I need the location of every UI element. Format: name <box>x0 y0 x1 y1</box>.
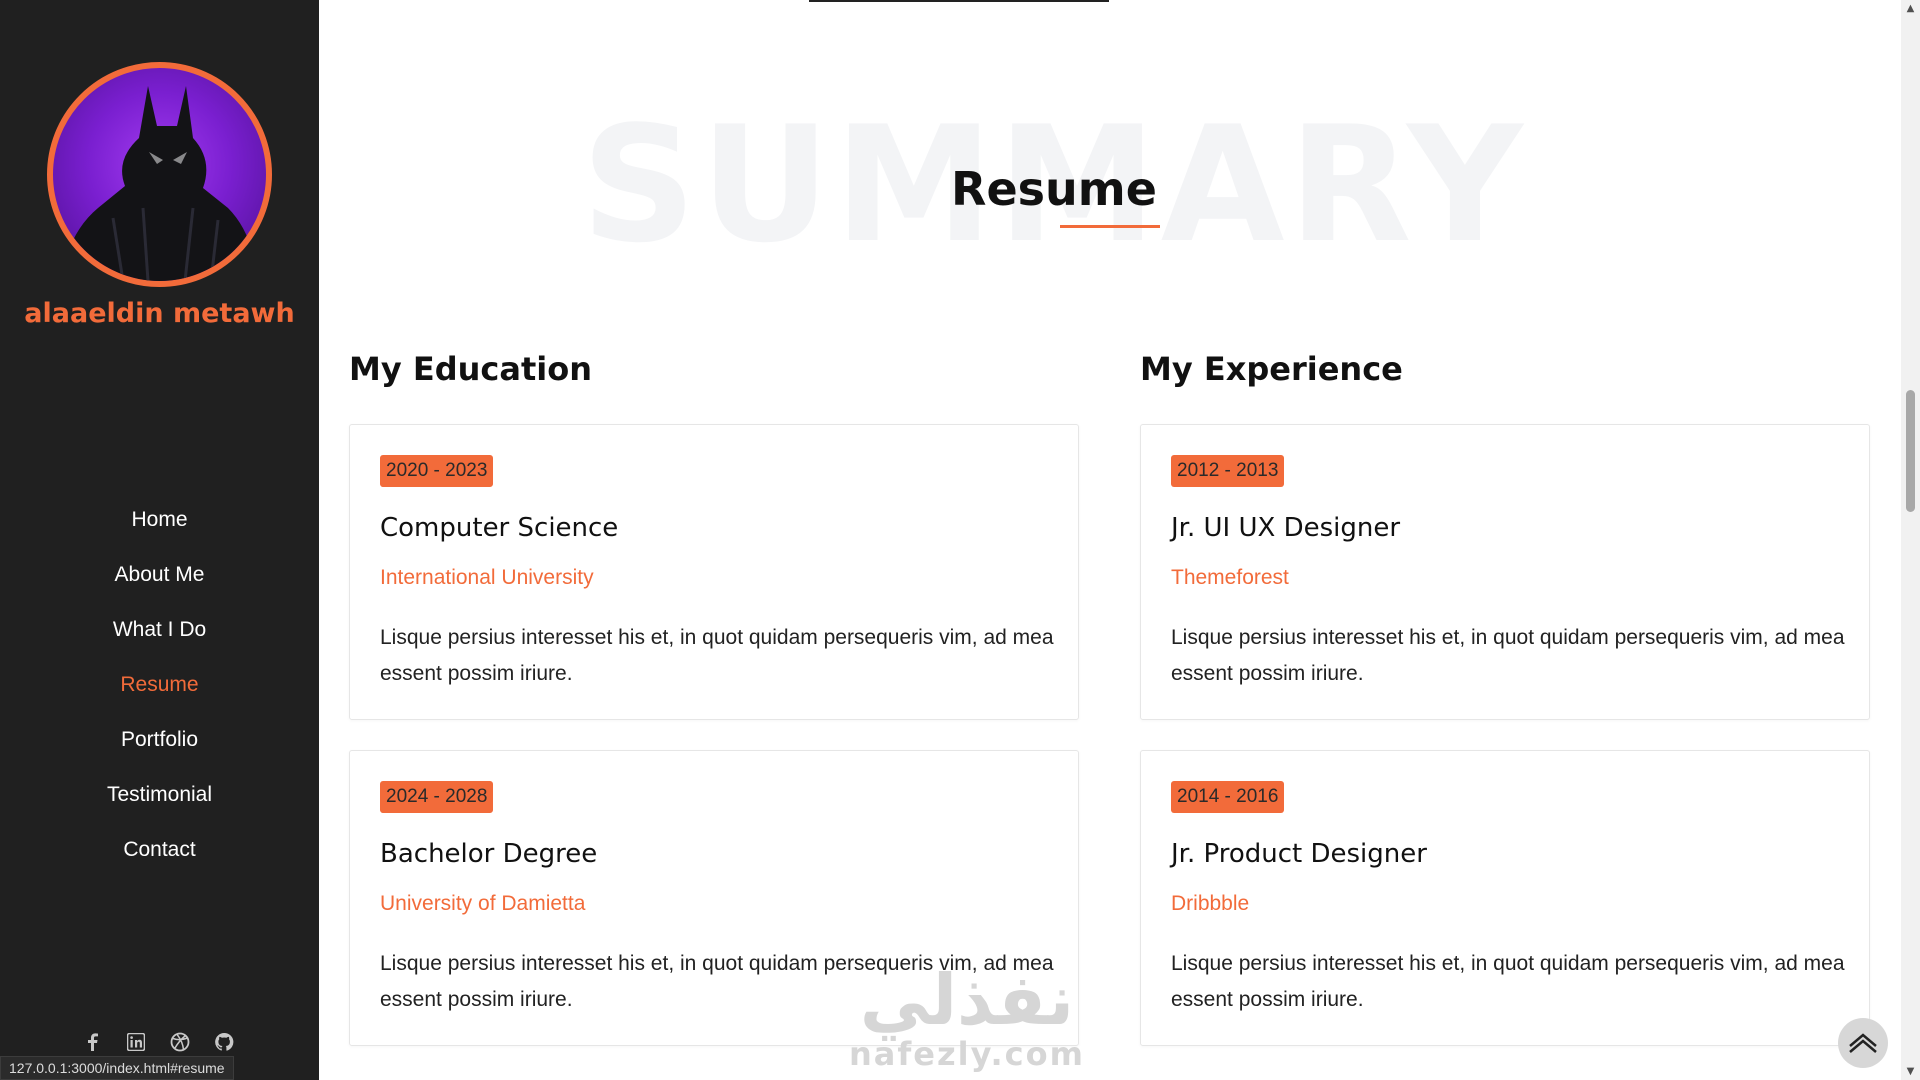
years-badge: 2024 - 2028 <box>380 781 494 813</box>
chevron-up-icon <box>1849 1033 1877 1053</box>
resume-section: SUMMARY Resume My Education 2020 - 2023 … <box>319 0 1901 1080</box>
scrollbar-thumb[interactable] <box>1906 390 1915 512</box>
experience-card: 2012 - 2013 Jr. UI UX Designer Themefore… <box>1140 424 1870 720</box>
nav-item-what-i-do[interactable]: What I Do <box>0 610 319 665</box>
nav-item-contact[interactable]: Contact <box>0 830 319 885</box>
nav-item-about-me[interactable]: About Me <box>0 555 319 610</box>
profile-name: alaaeldin metawh <box>24 298 295 329</box>
main-nav: Home About Me What I Do Resume Portfolio… <box>0 500 319 885</box>
nav-item-home[interactable]: Home <box>0 500 319 555</box>
scroll-down-arrow-icon[interactable]: ▼ <box>1901 1063 1920 1080</box>
avatar[interactable] <box>47 62 272 287</box>
years-badge: 2012 - 2013 <box>1171 455 1285 487</box>
scroll-up-arrow-icon[interactable]: ▲ <box>1901 0 1920 17</box>
card-description: Lisque persius interesset his et, in quo… <box>1171 952 1845 1011</box>
card-organization: University of Damietta <box>380 892 586 915</box>
github-icon[interactable] <box>214 1032 234 1052</box>
watermark-arabic: نفذلي <box>859 959 1075 1041</box>
education-heading: My Education <box>349 350 592 388</box>
scroll-to-top-button[interactable] <box>1838 1018 1888 1068</box>
section-title: Resume <box>951 162 1157 216</box>
experience-heading: My Experience <box>1140 350 1403 388</box>
card-organization: Themeforest <box>1171 566 1289 589</box>
dribbble-icon[interactable] <box>170 1032 190 1052</box>
card-title: Jr. Product Designer <box>1171 839 1427 869</box>
avatar-image <box>61 86 258 281</box>
facebook-icon[interactable] <box>82 1032 102 1052</box>
education-card: 2020 - 2023 Computer Science Internation… <box>349 424 1079 720</box>
card-organization: Dribbble <box>1171 892 1250 915</box>
nav-item-portfolio[interactable]: Portfolio <box>0 720 319 775</box>
card-organization: International University <box>380 566 594 589</box>
divider <box>809 0 1109 2</box>
watermark: نفذلي nafezly.com <box>849 965 1085 1073</box>
sidebar: alaaeldin metawh Home About Me What I Do… <box>0 0 319 1080</box>
card-title: Computer Science <box>380 513 619 543</box>
linkedin-icon[interactable] <box>126 1032 146 1052</box>
experience-card: 2014 - 2016 Jr. Product Designer Dribbbl… <box>1140 750 1870 1046</box>
title-underline <box>1060 225 1160 228</box>
card-description: Lisque persius interesset his et, in quo… <box>380 626 1054 685</box>
social-links <box>82 1032 234 1052</box>
card-title: Bachelor Degree <box>380 839 598 869</box>
years-badge: 2014 - 2016 <box>1171 781 1285 813</box>
status-bar-url: 127.0.0.1:3000/index.html#resume <box>0 1056 234 1080</box>
page-scrollbar[interactable]: ▲ ▼ <box>1901 0 1920 1080</box>
nav-item-resume[interactable]: Resume <box>0 665 319 720</box>
years-badge: 2020 - 2023 <box>380 455 494 487</box>
card-description: Lisque persius interesset his et, in quo… <box>1171 626 1845 685</box>
card-title: Jr. UI UX Designer <box>1171 513 1401 543</box>
watermark-latin: nafezly.com <box>849 1035 1085 1073</box>
nav-item-testimonial[interactable]: Testimonial <box>0 775 319 830</box>
